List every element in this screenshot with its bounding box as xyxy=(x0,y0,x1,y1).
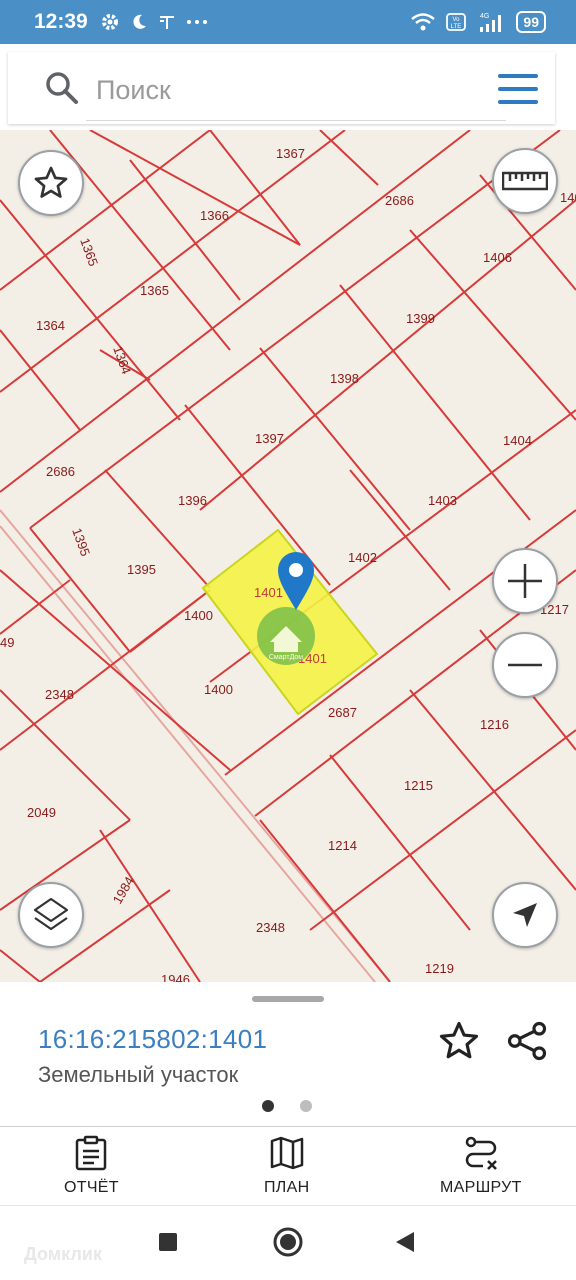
plot-label: 1364 xyxy=(110,344,134,376)
recents-square-icon[interactable] xyxy=(158,1232,178,1252)
plot-label: 1402 xyxy=(348,550,377,565)
hamburger-menu-icon[interactable] xyxy=(498,72,538,106)
svg-text:Vo: Vo xyxy=(453,17,461,23)
more-dots-icon xyxy=(186,20,207,24)
ruler-icon xyxy=(502,171,548,191)
plot-label: 1214 xyxy=(328,838,357,853)
ruler-button[interactable] xyxy=(492,148,558,214)
svg-text:4G: 4G xyxy=(480,13,489,20)
layers-button[interactable] xyxy=(18,882,84,948)
route-button[interactable]: МАРШРУТ xyxy=(440,1135,522,1197)
plot-label: 1400 xyxy=(184,608,213,623)
plot-label: 2348 xyxy=(45,687,74,702)
plot-label: 1395 xyxy=(127,562,156,577)
search-input[interactable] xyxy=(96,70,476,110)
logo-text: СмартДом xyxy=(269,654,303,661)
search-underline xyxy=(86,120,506,121)
favorite-map-button[interactable] xyxy=(18,150,84,216)
plot-label: 1400 xyxy=(204,682,233,697)
plot-label: 1366 xyxy=(200,208,229,223)
home-circle-icon[interactable] xyxy=(272,1226,304,1258)
plot-label: 1397 xyxy=(255,431,284,446)
plot-label: 1404 xyxy=(503,433,532,448)
battery-indicator: 99 xyxy=(516,11,546,33)
system-nav-bar: Домклик xyxy=(0,1206,576,1280)
status-time: 12:39 xyxy=(34,10,88,33)
plot-label: 1398 xyxy=(330,371,359,386)
plot-label: 1403 xyxy=(428,493,457,508)
share-icon[interactable] xyxy=(506,1020,548,1062)
page-indicator xyxy=(262,1100,312,1112)
object-type: Земельный участок xyxy=(38,1062,239,1087)
plot-label: 1406 xyxy=(483,250,512,265)
plot-label: 1406 xyxy=(560,190,576,205)
page-dot-active[interactable] xyxy=(262,1100,274,1112)
plot-label: 2687 xyxy=(328,705,357,720)
report-label: ОТЧЁТ xyxy=(64,1179,119,1196)
domclick-watermark: Домклик xyxy=(24,1244,102,1264)
layers-icon xyxy=(33,897,69,931)
svg-text:LTE: LTE xyxy=(451,24,462,30)
t-letter-icon xyxy=(159,16,174,29)
favorite-star-icon[interactable] xyxy=(438,1020,480,1062)
plot-label: 49 xyxy=(0,635,14,650)
plan-label: ПЛАН xyxy=(264,1179,310,1196)
my-location-button[interactable] xyxy=(492,882,558,948)
map-plan-icon xyxy=(270,1136,303,1170)
volte-icon: VoLTE xyxy=(446,13,467,31)
search-bar xyxy=(8,52,555,124)
plot-label: 1401 xyxy=(254,585,283,600)
plot-label: 2348 xyxy=(256,920,285,935)
route-icon xyxy=(465,1136,497,1170)
search-icon[interactable] xyxy=(44,70,80,106)
minus-icon xyxy=(508,663,542,667)
plot-label: 1399 xyxy=(406,311,435,326)
star-icon xyxy=(34,166,68,198)
status-bar: 12:39 Vo LTE 4G 99 xyxy=(0,0,576,44)
plot-label: 1219 xyxy=(425,961,454,976)
plot-label: 1365 xyxy=(77,236,101,268)
route-label: МАРШРУТ xyxy=(440,1179,522,1196)
back-triangle-icon[interactable] xyxy=(394,1230,416,1254)
settings-gear-icon xyxy=(101,14,118,30)
plot-label: 1396 xyxy=(178,493,207,508)
page-dot[interactable] xyxy=(300,1100,312,1112)
plan-button[interactable]: ПЛАН xyxy=(264,1135,309,1197)
action-bar: ОТЧЁТ ПЛАН МАРШРУТ xyxy=(0,1126,576,1206)
zoom-out-button[interactable] xyxy=(492,632,558,698)
plot-label: 1367 xyxy=(276,146,305,161)
plot-label: 2049 xyxy=(27,805,56,820)
wifi-icon xyxy=(411,13,436,31)
report-button[interactable]: ОТЧЁТ xyxy=(64,1135,119,1197)
signal-icon: 4G xyxy=(480,13,502,32)
object-info-sheet[interactable]: 16:16:215802:1401 Земельный участок xyxy=(0,982,576,1126)
plot-label: 2686 xyxy=(385,193,414,208)
plot-label: 1365 xyxy=(140,283,169,298)
plus-icon xyxy=(508,564,542,598)
smart-home-logo: СмартДом xyxy=(257,607,315,665)
clipboard-report-icon xyxy=(76,1135,107,1171)
plot-label: 1364 xyxy=(36,318,65,333)
plot-label: 1215 xyxy=(404,778,433,793)
cadastral-map[interactable]: 1367 1366 1365 1365 1364 1364 2686 1406 … xyxy=(0,130,576,982)
moon-icon xyxy=(133,14,146,29)
plot-label: 1395 xyxy=(69,526,93,558)
plot-label: 1216 xyxy=(480,717,509,732)
navigation-arrow-icon xyxy=(513,903,537,927)
zoom-in-button[interactable] xyxy=(492,548,558,614)
plot-label: 2686 xyxy=(46,464,75,479)
cadastral-number[interactable]: 16:16:215802:1401 xyxy=(38,1024,267,1055)
sheet-drag-handle[interactable] xyxy=(252,996,324,1002)
plot-label: 1946 xyxy=(161,972,190,982)
